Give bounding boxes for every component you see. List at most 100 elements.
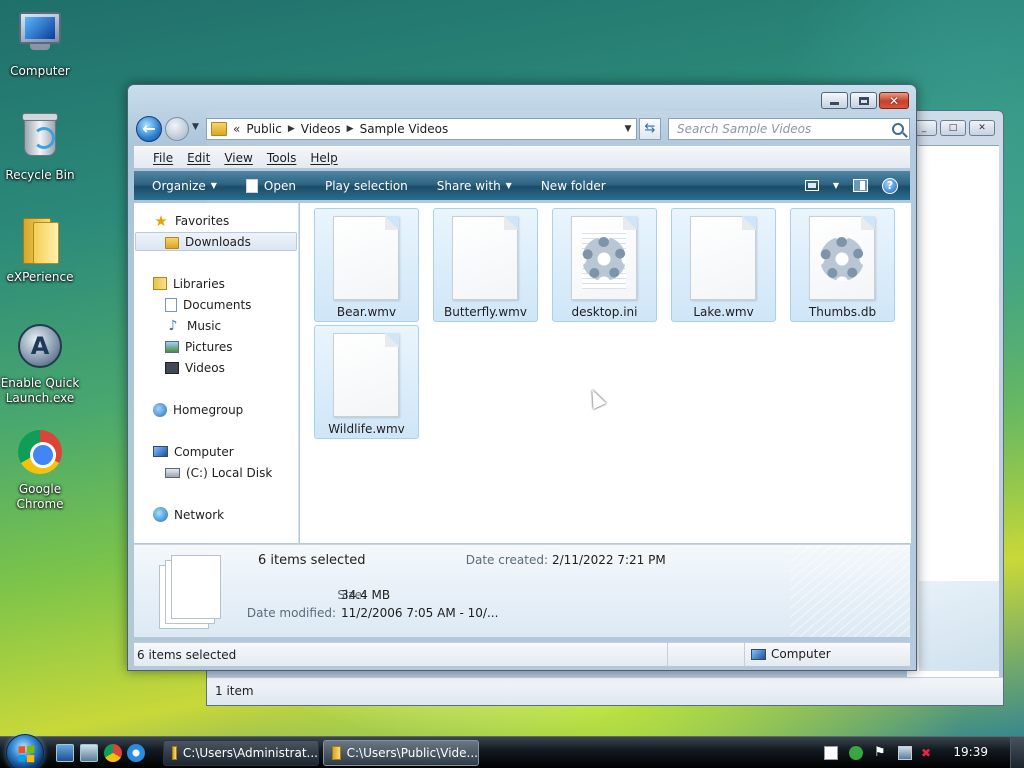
chevron-down-icon[interactable]: ▼: [620, 124, 636, 134]
nav-computer[interactable]: Computer: [153, 442, 234, 461]
recycle-bin-icon: [16, 113, 64, 164]
folder-icon: [332, 746, 341, 760]
internet-explorer-icon[interactable]: [127, 744, 145, 762]
navigation-bar: ← ▼ « Public ▶ Videos ▶ Sample Videos ▼ …: [136, 116, 910, 142]
nav-pictures[interactable]: Pictures: [165, 337, 233, 356]
nav-libraries[interactable]: Libraries: [153, 274, 225, 293]
chrome-icon[interactable]: [104, 744, 122, 762]
taskbar-window-public-videos[interactable]: C:\Users\Public\Vide...: [323, 740, 479, 766]
file-item[interactable]: Butterfly.wmv: [433, 208, 538, 322]
recent-pages-dropdown[interactable]: ▼: [192, 122, 199, 132]
computer-icon: [751, 648, 766, 660]
play-selection-button[interactable]: Play selection: [325, 179, 408, 193]
explorer-window[interactable]: ✕ ← ▼ « Public ▶ Videos ▶ Sample Videos …: [127, 84, 917, 671]
desktop-icon-enable-quick-launch[interactable]: Enable Quick Launch.exe: [0, 322, 80, 406]
chevron-down-icon: ▼: [505, 181, 512, 190]
nav-downloads[interactable]: Downloads: [135, 232, 297, 251]
computer-icon: [153, 446, 168, 457]
window-controls: ✕: [821, 92, 909, 109]
file-item[interactable]: Lake.wmv: [671, 208, 776, 322]
nav-homegroup[interactable]: Homegroup: [153, 400, 243, 419]
nav-label: Computer: [174, 444, 234, 459]
refresh-button[interactable]: ⇆: [639, 118, 661, 140]
desktop-icon-google-chrome[interactable]: Google Chrome: [0, 428, 80, 512]
nav-documents[interactable]: Documents: [165, 295, 251, 314]
file-name: Bear.wmv: [336, 305, 397, 319]
security-check-icon[interactable]: [849, 746, 863, 760]
search-icon[interactable]: [892, 123, 904, 135]
nav-videos[interactable]: Videos: [165, 358, 225, 377]
switch-windows-icon[interactable]: [80, 744, 98, 762]
new-folder-button[interactable]: New folder: [541, 179, 606, 193]
flag-icon[interactable]: ⚑: [874, 746, 888, 760]
menu-tools[interactable]: Tools: [267, 151, 297, 165]
clock[interactable]: 19:39: [953, 745, 988, 759]
nav-label: Homegroup: [173, 402, 244, 417]
menu-edit[interactable]: Edit: [187, 151, 210, 165]
show-desktop-quick-icon[interactable]: [56, 744, 74, 762]
menu-view[interactable]: View: [224, 151, 252, 165]
chevron-down-icon[interactable]: ▼: [833, 181, 839, 190]
quick-launch-icon: [16, 324, 64, 372]
menu-file[interactable]: File: [153, 151, 173, 165]
chevron-right-icon[interactable]: ▶: [288, 124, 295, 134]
file-name: Butterfly.wmv: [444, 305, 527, 319]
breadcrumb-sample-videos[interactable]: Sample Videos: [360, 122, 449, 136]
open-button[interactable]: Open: [245, 178, 296, 193]
videos-icon: [165, 361, 179, 374]
close-button[interactable]: ✕: [879, 92, 909, 109]
menu-help[interactable]: Help: [310, 151, 337, 165]
date-modified-value: 11/2/2006 7:05 AM - 10/...: [341, 606, 499, 620]
file-item[interactable]: Bear.wmv: [314, 208, 419, 322]
nav-local-disk[interactable]: (C:) Local Disk: [165, 463, 272, 482]
status-text: 6 items selected: [137, 648, 237, 662]
minimize-button[interactable]: [821, 92, 848, 109]
maximize-button[interactable]: □: [940, 120, 966, 136]
nav-music[interactable]: ♪ Music: [165, 316, 222, 335]
volume-muted-icon[interactable]: ✖: [921, 746, 935, 760]
open-icon: [245, 178, 258, 193]
nav-favorites[interactable]: ★ Favorites: [153, 211, 229, 230]
share-with-button[interactable]: Share with ▼: [437, 179, 512, 193]
show-desktop-button[interactable]: [1010, 737, 1024, 768]
address-bar[interactable]: « Public ▶ Videos ▶ Sample Videos ▼: [206, 118, 637, 140]
document-icon: [333, 333, 399, 417]
organize-button[interactable]: Organize ▼: [152, 179, 217, 193]
chevron-left-icon[interactable]: «: [233, 122, 240, 136]
status-location-label: Computer: [771, 647, 831, 661]
breadcrumb-videos[interactable]: Videos: [301, 122, 341, 136]
desktop-icon-experience[interactable]: eXPerience: [0, 216, 80, 284]
back-window-details-pane: [919, 581, 999, 671]
nav-label: (C:) Local Disk: [186, 465, 273, 480]
desktop-icon-computer[interactable]: Computer: [0, 8, 80, 78]
file-item[interactable]: Thumbs.db: [790, 208, 895, 322]
file-item[interactable]: desktop.ini: [552, 208, 657, 322]
desktop-icon-recycle-bin[interactable]: Recycle Bin: [0, 113, 80, 182]
maximize-button[interactable]: [850, 92, 877, 109]
nav-label: Documents: [183, 297, 252, 312]
taskbar-window-administrator[interactable]: C:\Users\Administrat...: [163, 740, 319, 766]
file-item[interactable]: Wildlife.wmv: [314, 325, 419, 439]
back-button[interactable]: ←: [136, 116, 162, 142]
forward-button[interactable]: [165, 117, 189, 141]
file-list[interactable]: Bear.wmv Butterfly.wmv desktop.ini Lake.…: [300, 203, 911, 543]
preview-pane-icon[interactable]: [853, 179, 868, 192]
share-with-label: Share with: [436, 178, 501, 193]
change-view-icon[interactable]: [804, 180, 819, 191]
desktop-icon-label: Computer: [10, 64, 70, 78]
document-tray-icon[interactable]: [824, 746, 838, 760]
close-button[interactable]: ✕: [969, 120, 995, 136]
search-input[interactable]: Search Sample Videos: [668, 118, 910, 140]
help-icon[interactable]: ?: [882, 177, 898, 194]
chrome-icon: [16, 430, 64, 478]
back-window-status-bar: 1 item: [207, 677, 1003, 705]
start-button[interactable]: [6, 734, 44, 768]
network-tray-icon[interactable]: [898, 746, 912, 760]
document-icon: [452, 216, 518, 300]
organize-label: Organize: [152, 178, 206, 193]
breadcrumb-public[interactable]: Public: [246, 122, 282, 136]
desktop-icon-label: eXPerience: [6, 270, 74, 284]
chevron-right-icon[interactable]: ▶: [347, 124, 354, 134]
nav-network[interactable]: Network: [153, 505, 224, 524]
selection-count: 6 items selected: [258, 553, 366, 568]
